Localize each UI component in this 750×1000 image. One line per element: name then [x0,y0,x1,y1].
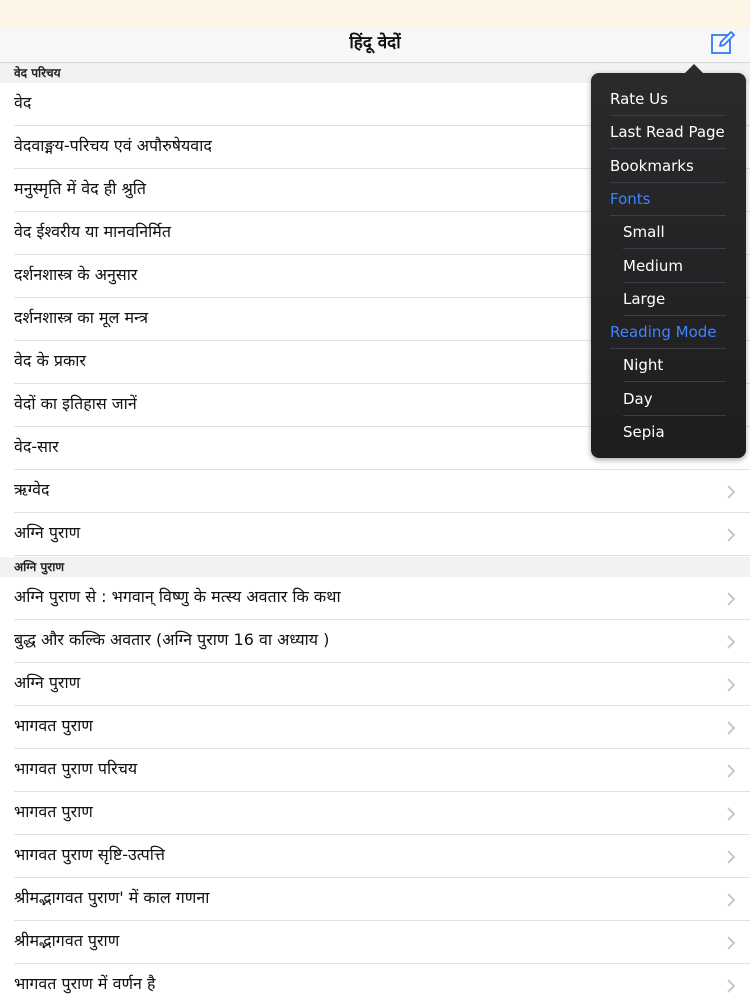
section-header: अग्नि पुराण [0,557,750,577]
page-title: हिंदू वेदों [349,33,401,53]
menu-item-label: Medium [623,256,683,275]
menu-item-label: Sepia [623,423,665,441]
menu-item-label: Bookmarks [610,156,694,175]
menu-section-reading-mode: Reading Mode [591,316,746,350]
menu-item-label: Large [623,289,666,308]
list-item-label: भागवत पुराण परिचय [14,759,138,778]
chevron-right-icon [727,936,736,950]
list-item-label: दर्शनशास्त्र का मूल मन्त्र [14,308,149,327]
list-item-label: मनुस्मृति में वेद ही श्रुति [14,179,147,198]
menu-item-label: Last Read Page [610,123,725,142]
menu-item-label: Small [623,223,665,242]
compose-icon[interactable] [709,29,737,57]
list-item[interactable]: भागवत पुराण परिचय [0,749,750,792]
menu-item-day[interactable]: Day [591,383,746,416]
list-item[interactable]: श्रीमद्भागवत पुराण [0,921,750,964]
menu-item-last-read-page[interactable]: Last Read Page [591,116,746,150]
list-item-label: श्रीमद्भागवत पुराण' में काल गणना [14,888,210,907]
menu-item-rate-us[interactable]: Rate Us [591,83,746,116]
menu-item-night[interactable]: Night [591,349,746,383]
list-item-label: श्रीमद्भागवत पुराण [14,931,120,950]
list-item-label: भागवत पुराण [14,716,93,735]
chevron-right-icon [727,979,736,993]
list-item-label: वेद-सार [14,437,59,456]
list-item[interactable]: भागवत पुराण में वर्णन है [0,964,750,1000]
list-item-label: भागवत पुराण [14,802,93,821]
menu-item-label: Rate Us [610,90,668,108]
list-item-label: वेद [14,93,32,112]
list-item-label: वेदवाङ्मय-परिचय एवं अपौरुषेयवाद [14,136,212,155]
list-item-label: वेद ईश्वरीय या मानवनिर्मित [14,222,171,241]
chevron-right-icon [727,678,736,692]
menu-item-label: Day [623,389,653,408]
menu-item-bookmarks[interactable]: Bookmarks [591,150,746,183]
list-item[interactable]: बुद्ध और कल्कि अवतार (अग्नि पुराण 16 वा … [0,620,750,663]
menu-item-small[interactable]: Small [591,216,746,250]
menu-item-large[interactable]: Large [591,283,746,316]
menu-item-label: Night [623,356,664,375]
menu-section-fonts: Fonts [591,183,746,216]
list-item-label: दर्शनशास्त्र के अनुसार [14,265,138,284]
list-item[interactable]: अग्नि पुराण [0,513,750,556]
list-item-label: वेदों का इतिहास जानें [14,394,137,413]
chevron-right-icon [727,893,736,907]
list-item[interactable]: अग्नि पुराण [0,663,750,706]
list-item-label: ऋग्वेद [14,480,50,499]
menu-item-medium[interactable]: Medium [591,250,746,283]
chevron-right-icon [727,850,736,864]
list-item[interactable]: अग्नि पुराण से : भगवान् विष्णु के मत्स्य… [0,577,750,620]
list-item-label: अग्नि पुराण से : भगवान् विष्णु के मत्स्य… [14,587,341,606]
status-strip [0,0,750,28]
list-item[interactable]: श्रीमद्भागवत पुराण' में काल गणना [0,878,750,921]
chevron-right-icon [727,635,736,649]
list-item[interactable]: भागवत पुराण [0,792,750,835]
list-item-label: बुद्ध और कल्कि अवतार (अग्नि पुराण 16 वा … [14,630,330,649]
row-divider [14,555,750,556]
chevron-right-icon [727,764,736,778]
chevron-right-icon [727,807,736,821]
chevron-right-icon [727,721,736,735]
menu-item-label: Fonts [610,189,651,208]
list-item-label: वेद के प्रकार [14,351,86,370]
list-item-label: अग्नि पुराण [14,673,81,692]
list-item-label: भागवत पुराण में वर्णन है [14,974,156,993]
menu-item-label: Reading Mode [610,323,717,342]
chevron-right-icon [727,592,736,606]
chevron-right-icon [727,485,736,499]
chevron-right-icon [727,528,736,542]
list-item[interactable]: भागवत पुराण सृष्टि-उत्पत्ति [0,835,750,878]
menu-item-sepia[interactable]: Sepia [591,416,746,449]
list-item-label: भागवत पुराण सृष्टि-उत्पत्ति [14,845,165,864]
list-item[interactable]: भागवत पुराण [0,706,750,749]
list-item[interactable]: ऋग्वेद [0,470,750,513]
options-menu: Rate Us Last Read Page Bookmarks Fonts Small… [591,73,746,458]
list-item-label: अग्नि पुराण [14,523,81,542]
navigation-bar: हिंदू वेदों [0,28,750,63]
